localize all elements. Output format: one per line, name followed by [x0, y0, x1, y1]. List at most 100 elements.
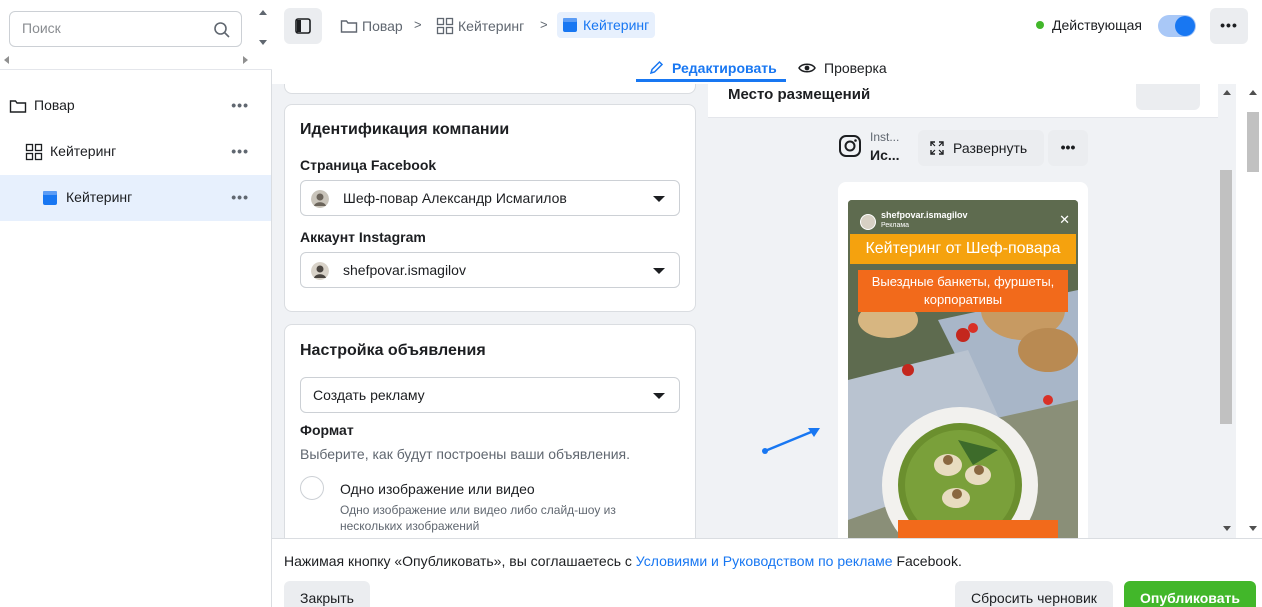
instagram-avatar	[311, 262, 329, 280]
story-headline: Кейтеринг от Шеф-повара	[850, 234, 1076, 264]
facebook-page-select[interactable]: Шеф-повар Александр Исмагилов	[300, 180, 680, 216]
status-label: Действующая	[1052, 17, 1143, 33]
breadcrumb-separator: >	[414, 17, 422, 32]
close-button[interactable]: Закрыть	[284, 581, 370, 607]
expand-button[interactable]: Развернуть	[918, 130, 1044, 166]
sidebar-toggle-icon	[295, 18, 311, 34]
scrollbar-thumb[interactable]	[1220, 170, 1232, 424]
tree-item-ad[interactable]: Кейтеринг •••	[0, 175, 271, 221]
preview-panel[interactable]: Место размещений Inst... Ис... Развернут…	[708, 84, 1218, 538]
tree-item-more-button[interactable]: •••	[231, 97, 249, 113]
page-avatar	[311, 190, 329, 208]
format-single-title[interactable]: Одно изображение или видео	[340, 481, 535, 497]
toggle-knob	[1175, 16, 1195, 36]
search-field[interactable]	[9, 11, 242, 47]
reset-draft-button[interactable]: Сбросить черновик	[955, 581, 1113, 607]
scroll-up-arrow-icon[interactable]	[1249, 90, 1257, 95]
active-tab-indicator	[636, 79, 786, 82]
instagram-account-select[interactable]: shefpovar.ismagilov	[300, 252, 680, 288]
story-username: shefpovar.ismagilov	[881, 210, 968, 220]
caret-down-icon	[653, 393, 665, 399]
instagram-icon	[839, 135, 861, 157]
editor-panel[interactable]: Идентификация компании Страница Facebook…	[272, 84, 708, 538]
card-title: Идентификация компании	[300, 121, 510, 138]
pencil-icon	[649, 60, 664, 75]
terms-link[interactable]: Условиями	[636, 553, 707, 569]
select-value: Создать рекламу	[313, 387, 425, 403]
scroll-down-arrow-icon[interactable]	[259, 40, 267, 45]
breadcrumb-label: Кейтеринг	[458, 18, 525, 34]
top-bar: Повар > Кейтеринг > Кейтеринг Действующа…	[272, 0, 1262, 52]
select-value: shefpovar.ismagilov	[343, 262, 466, 278]
tree-item-adset[interactable]: Кейтеринг •••	[0, 129, 271, 175]
annotation-arrow-icon	[762, 428, 820, 454]
placement-name: Inst...	[870, 130, 900, 144]
scrollbar-thumb[interactable]	[1247, 112, 1259, 172]
search-input[interactable]	[22, 20, 207, 36]
story-sponsored-label: Реклама	[881, 222, 910, 229]
breadcrumb-separator: >	[540, 17, 548, 32]
scroll-down-arrow-icon[interactable]	[1249, 526, 1257, 531]
publish-button[interactable]: Опубликовать	[1124, 581, 1256, 607]
status-indicator: Действующая	[1036, 17, 1142, 33]
ad-guidelines-link[interactable]: Руководством по рекламе	[723, 553, 893, 569]
format-single-radio[interactable]	[300, 476, 324, 500]
previous-card	[284, 84, 696, 94]
expand-icon	[930, 141, 944, 155]
scroll-up-arrow-icon[interactable]	[1223, 90, 1231, 95]
scroll-left-arrow-icon[interactable]	[4, 56, 9, 64]
preview-more-button[interactable]: •••	[1048, 130, 1088, 166]
sidebar-mini-scrollbar-horizontal[interactable]	[0, 54, 256, 66]
terms-prefix: Нажимая кнопку «Опубликовать», вы соглаш…	[284, 553, 636, 569]
preview-header: Место размещений	[708, 84, 1218, 118]
tab-label: Редактировать	[672, 60, 777, 76]
scroll-right-arrow-icon[interactable]	[243, 56, 248, 64]
grid-icon	[436, 17, 454, 35]
more-options-button[interactable]: •••	[1210, 8, 1248, 44]
scroll-up-arrow-icon[interactable]	[259, 10, 267, 15]
tree-item-more-button[interactable]: •••	[231, 189, 249, 205]
breadcrumb-label: Повар	[362, 18, 403, 34]
caret-down-icon	[653, 268, 665, 274]
story-avatar	[860, 214, 876, 230]
tree-item-label: Кейтеринг	[50, 143, 117, 159]
tree-item-label: Кейтеринг	[66, 189, 133, 205]
page-scrollbar[interactable]	[1244, 84, 1262, 538]
placement-subname: Ис...	[870, 147, 900, 163]
active-toggle[interactable]	[1158, 15, 1196, 37]
preview-header-button[interactable]	[1136, 84, 1200, 110]
format-help: Выберите, как будут построены ваши объяв…	[300, 446, 631, 462]
tab-label: Проверка	[824, 60, 887, 76]
tree-item-more-button[interactable]: •••	[231, 143, 249, 159]
tab-edit[interactable]: Редактировать	[636, 54, 789, 82]
close-icon[interactable]: ✕	[1059, 212, 1070, 228]
panel-toggle-button[interactable]	[284, 8, 322, 44]
terms-notice: Нажимая кнопку «Опубликовать», вы соглаш…	[284, 553, 962, 569]
ad-mode-select[interactable]: Создать рекламу	[300, 377, 680, 413]
ad-icon	[563, 18, 577, 32]
breadcrumb-adset[interactable]: Кейтеринг	[436, 14, 524, 38]
ad-setup-card: Настройка объявления Создать рекламу Фор…	[284, 324, 696, 538]
caret-down-icon	[653, 196, 665, 202]
terms-suffix: Facebook.	[892, 553, 962, 569]
tab-review[interactable]: Проверка	[798, 54, 887, 82]
breadcrumb-ad[interactable]: Кейтеринг	[557, 12, 656, 38]
format-label: Формат	[300, 422, 354, 438]
search-icon[interactable]	[213, 21, 231, 39]
story-subheadline: Выездные банкеты, фуршеты, корпоративы	[858, 270, 1068, 312]
footer-bar: Нажимая кнопку «Опубликовать», вы соглаш…	[272, 538, 1262, 607]
story-ad-preview[interactable]: shefpovar.ismagilov Реклама ✕ Кейтеринг …	[848, 200, 1078, 538]
grid-icon	[25, 143, 43, 161]
folder-icon	[340, 20, 358, 33]
company-identity-card: Идентификация компании Страница Facebook…	[284, 104, 696, 312]
mode-tabs: Редактировать Проверка	[272, 52, 1262, 84]
instagram-account-label: Аккаунт Instagram	[300, 229, 426, 245]
preview-header-title: Место размещений	[728, 86, 871, 103]
sidebar-mini-scrollbar-vertical[interactable]	[256, 4, 270, 52]
scroll-down-arrow-icon[interactable]	[1223, 526, 1231, 531]
tree-item-campaign[interactable]: Повар •••	[0, 83, 271, 129]
facebook-page-label: Страница Facebook	[300, 157, 437, 173]
tree-item-label: Повар	[34, 97, 75, 113]
breadcrumb-campaign[interactable]: Повар	[340, 14, 403, 38]
preview-scrollbar[interactable]	[1218, 84, 1236, 538]
